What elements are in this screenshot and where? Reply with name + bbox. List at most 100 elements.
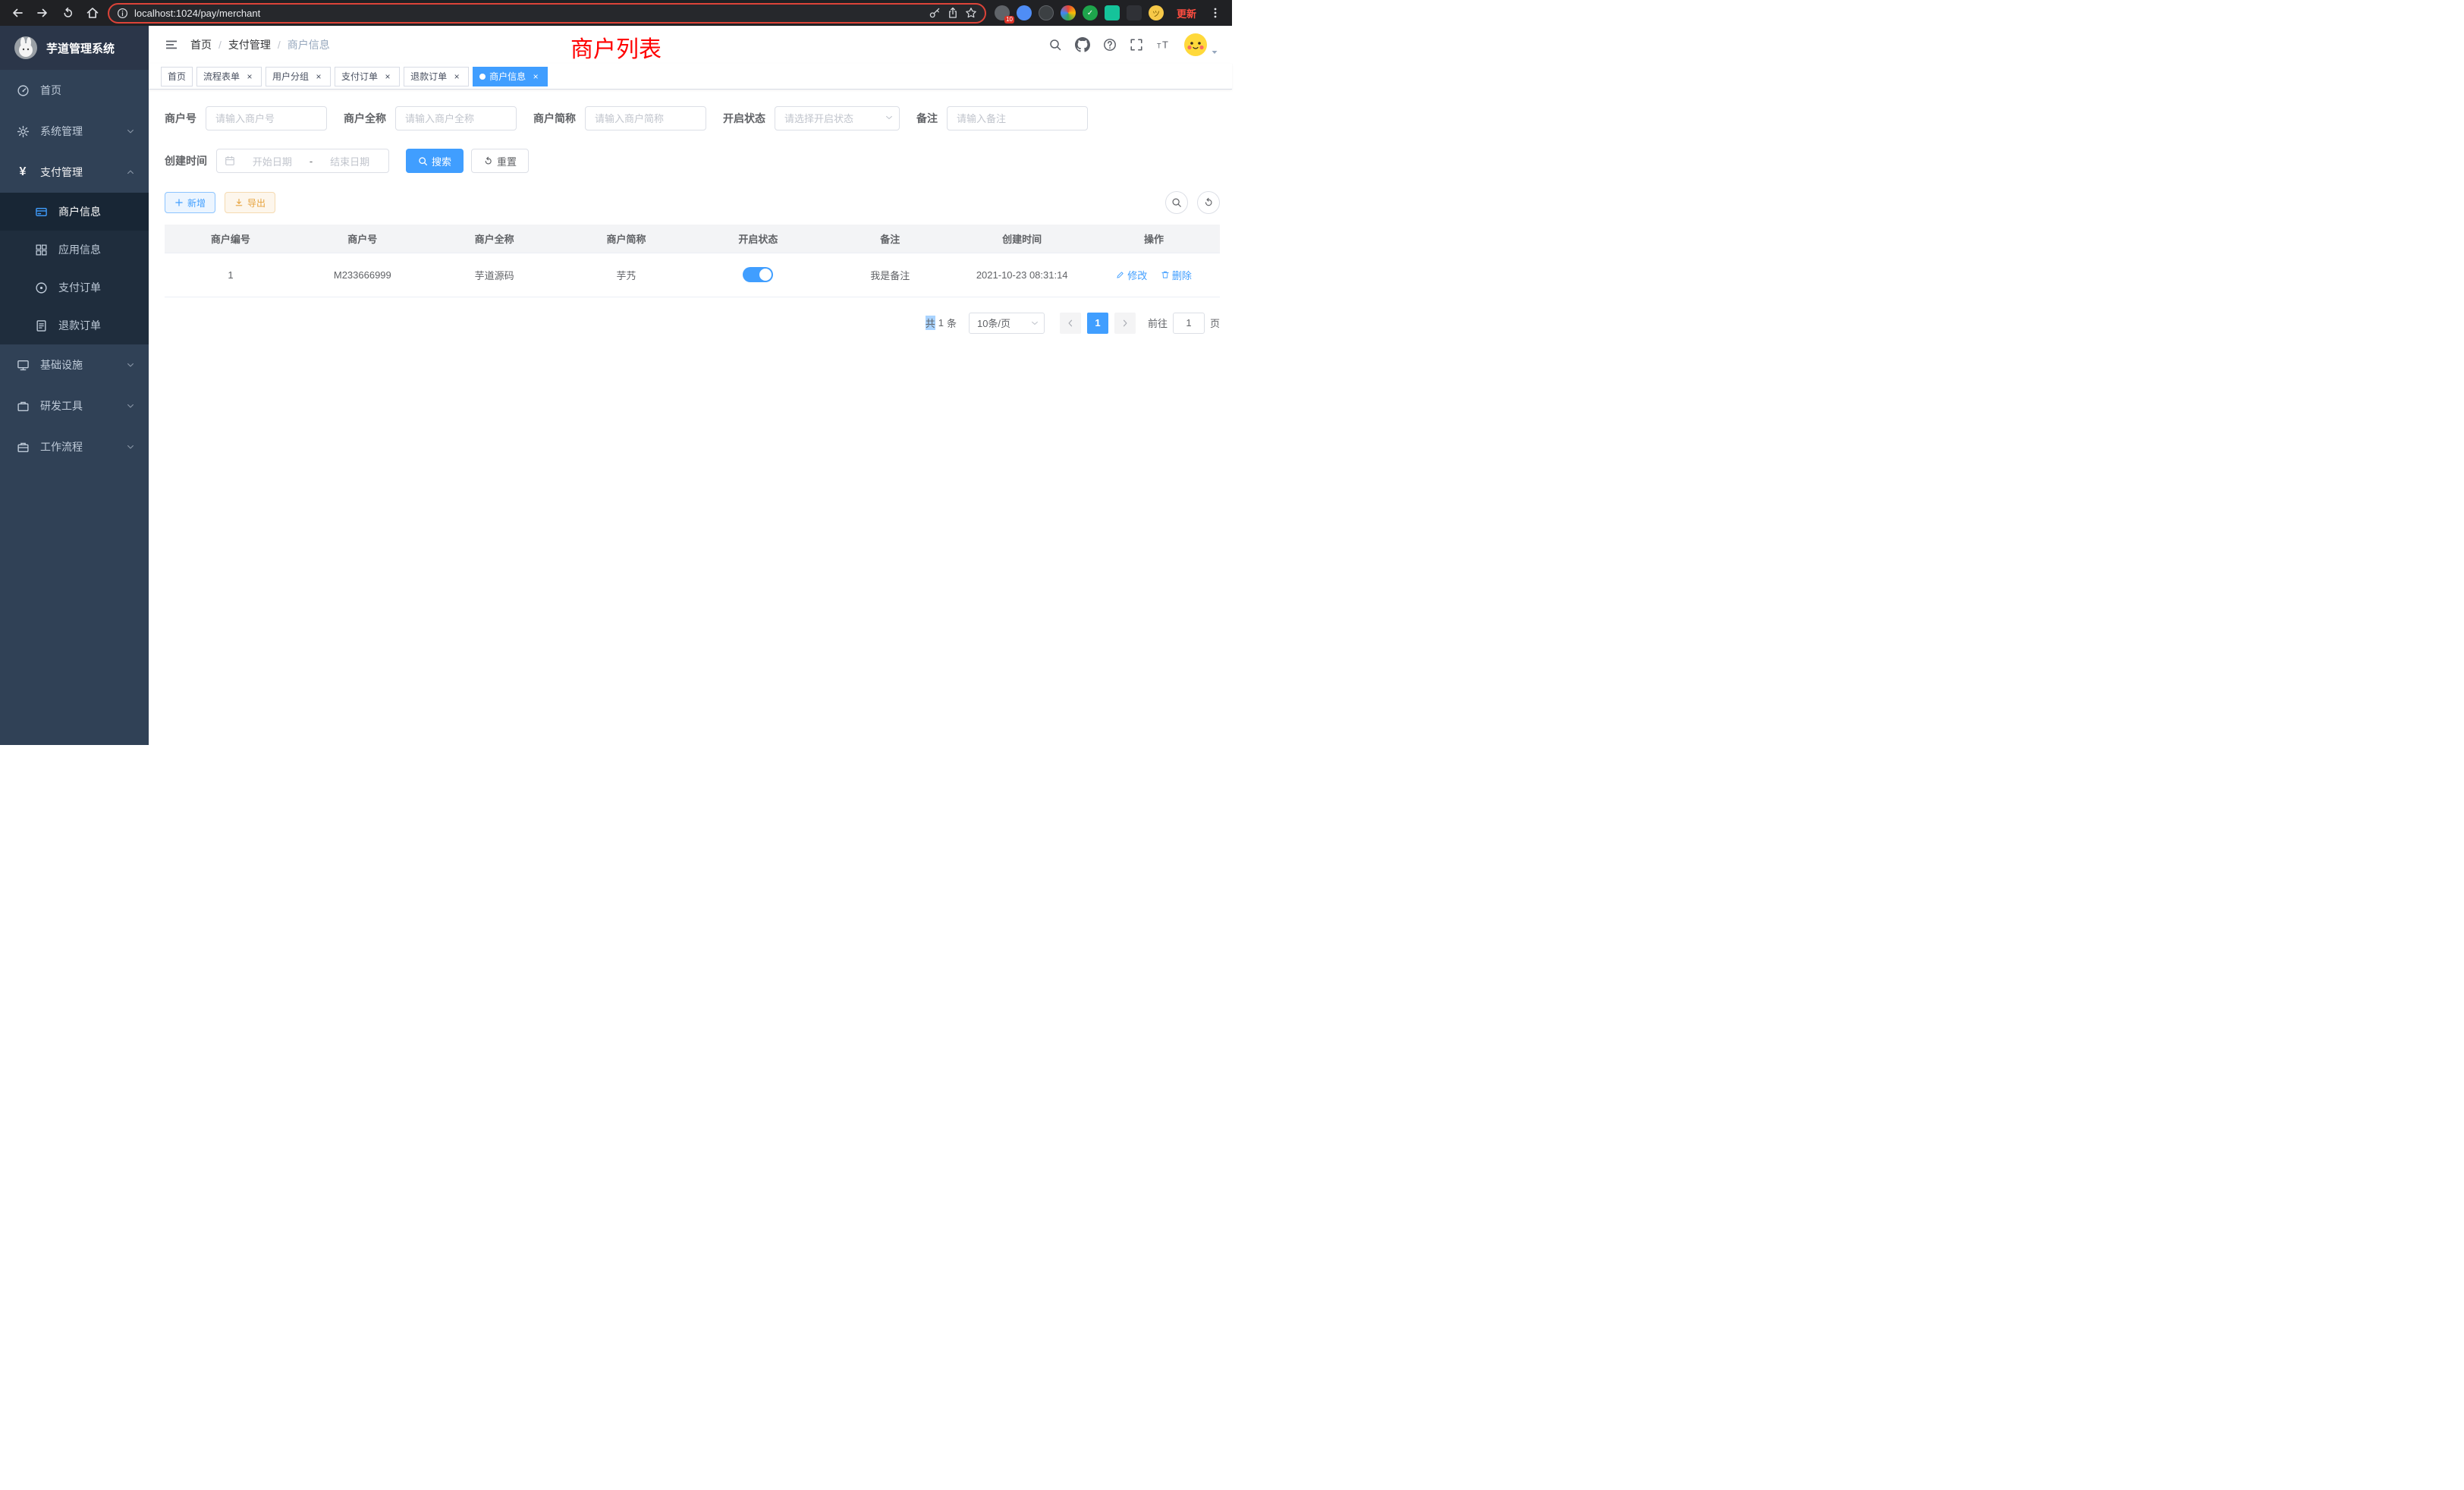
bookmark-star-icon[interactable] xyxy=(965,7,977,19)
extension-emoji-icon[interactable]: ツ xyxy=(1149,5,1164,20)
extension-blue-drop-icon[interactable] xyxy=(1017,5,1032,20)
tab-refund-order[interactable]: 退款订单 × xyxy=(404,67,469,86)
refresh-table-button[interactable] xyxy=(1197,191,1220,214)
filter-label: 创建时间 xyxy=(165,153,207,168)
sidebar-item-dev-tools[interactable]: 研发工具 xyxy=(0,385,149,426)
filter-label: 商户简称 xyxy=(533,111,576,126)
extension-pin-icon[interactable] xyxy=(1127,5,1142,20)
sidebar-submenu-pay: 商户信息 应用信息 支付订单 退款订单 xyxy=(0,193,149,344)
filter-label: 商户全称 xyxy=(344,111,386,126)
col-remark: 备注 xyxy=(824,225,956,253)
sidebar-item-label: 支付订单 xyxy=(58,280,101,295)
app-title: 芋道管理系统 xyxy=(46,40,115,56)
share-icon[interactable] xyxy=(947,7,959,19)
sidebar-item-refund-order[interactable]: 退款订单 xyxy=(0,306,149,344)
password-key-icon[interactable] xyxy=(929,7,941,19)
tab-close-icon[interactable]: × xyxy=(451,71,462,82)
status-select[interactable] xyxy=(775,106,900,130)
tab-merchant-info[interactable]: 商户信息 × xyxy=(473,67,548,86)
breadcrumb-separator: / xyxy=(218,39,222,51)
top-navbar: 首页 / 支付管理 / 商户信息 T xyxy=(149,26,1232,64)
tab-process-form[interactable]: 流程表单 × xyxy=(196,67,262,86)
browser-back-button[interactable] xyxy=(8,3,27,23)
filter-label: 备注 xyxy=(916,111,938,126)
hamburger-icon[interactable] xyxy=(149,38,190,52)
tab-user-group[interactable]: 用户分组 × xyxy=(266,67,331,86)
sidebar-item-merchant-info[interactable]: 商户信息 xyxy=(0,193,149,231)
extension-dark-circle-icon[interactable] xyxy=(1039,5,1054,20)
tab-close-icon[interactable]: × xyxy=(244,71,255,82)
breadcrumb-pay[interactable]: 支付管理 xyxy=(228,37,271,52)
sidebar-item-workflow[interactable]: 工作流程 xyxy=(0,426,149,467)
prev-page-button[interactable] xyxy=(1060,313,1081,334)
show-search-button[interactable] xyxy=(1165,191,1188,214)
sidebar-item-label: 首页 xyxy=(40,83,61,98)
tab-close-icon[interactable]: × xyxy=(382,71,393,82)
app-logo[interactable]: 芋道管理系统 xyxy=(0,26,149,70)
merchant-no-input[interactable] xyxy=(206,106,327,130)
cell-actions: 修改 删除 xyxy=(1088,253,1220,297)
status-toggle[interactable] xyxy=(743,267,773,282)
merchant-name-input[interactable] xyxy=(395,106,517,130)
tab-pay-order[interactable]: 支付订单 × xyxy=(335,67,400,86)
filter-label: 开启状态 xyxy=(723,111,765,126)
tab-label: 退款订单 xyxy=(410,70,447,83)
date-separator: - xyxy=(310,156,313,167)
page-size-select[interactable]: 10条/页 xyxy=(969,313,1045,334)
yen-icon: ¥ xyxy=(16,165,30,179)
chevron-down-icon xyxy=(126,442,135,451)
date-start-placeholder[interactable]: 开始日期 xyxy=(241,154,303,168)
goto-label: 前往 xyxy=(1148,316,1168,330)
tab-close-icon[interactable]: × xyxy=(530,71,541,82)
search-icon[interactable] xyxy=(1048,38,1062,52)
briefcase-icon xyxy=(16,441,30,454)
goto-page-input[interactable] xyxy=(1173,313,1205,334)
add-button[interactable]: 新增 xyxy=(165,192,215,213)
address-bar[interactable]: localhost:1024/pay/merchant xyxy=(108,3,986,24)
fullscreen-icon[interactable] xyxy=(1130,38,1143,52)
font-size-icon[interactable]: TT xyxy=(1156,38,1171,52)
col-merchant-id: 商户编号 xyxy=(165,225,297,253)
site-info-icon[interactable] xyxy=(117,8,128,19)
sidebar-item-system[interactable]: 系统管理 xyxy=(0,111,149,152)
status-select-input[interactable] xyxy=(775,106,900,130)
sidebar-item-infra[interactable]: 基础设施 xyxy=(0,344,149,385)
export-button[interactable]: 导出 xyxy=(225,192,275,213)
breadcrumb-home[interactable]: 首页 xyxy=(190,37,212,52)
search-button-label: 搜索 xyxy=(432,154,451,168)
sidebar-item-pay[interactable]: ¥ 支付管理 xyxy=(0,152,149,193)
url-text[interactable]: localhost:1024/pay/merchant xyxy=(134,8,922,19)
browser-menu-icon[interactable] xyxy=(1206,7,1224,19)
edit-link[interactable]: 修改 xyxy=(1116,268,1147,282)
page-size-label: 10条/页 xyxy=(977,316,1010,330)
next-page-button[interactable] xyxy=(1114,313,1136,334)
extension-green-check-icon[interactable]: ✓ xyxy=(1083,5,1098,20)
browser-update-button[interactable]: 更新 xyxy=(1172,6,1201,20)
sidebar-item-app-info[interactable]: 应用信息 xyxy=(0,231,149,269)
extension-multicolor-icon[interactable] xyxy=(1061,5,1076,20)
tab-home[interactable]: 首页 xyxy=(161,67,193,86)
browser-forward-button[interactable] xyxy=(33,3,52,23)
sidebar-item-label: 研发工具 xyxy=(40,398,83,413)
extension-adblock-icon[interactable]: 10 xyxy=(995,5,1010,20)
sidebar-item-pay-order[interactable]: 支付订单 xyxy=(0,269,149,306)
tab-close-icon[interactable]: × xyxy=(313,71,324,82)
github-icon[interactable] xyxy=(1075,37,1090,52)
merchant-short-input[interactable] xyxy=(585,106,706,130)
extension-green-square-icon[interactable] xyxy=(1105,5,1120,20)
remark-input[interactable] xyxy=(947,106,1088,130)
page-number-1[interactable]: 1 xyxy=(1087,313,1108,334)
search-icon xyxy=(418,156,428,166)
cell-remark: 我是备注 xyxy=(824,253,956,297)
sidebar-item-home[interactable]: 首页 xyxy=(0,70,149,111)
search-button[interactable]: 搜索 xyxy=(406,149,464,173)
reset-button[interactable]: 重置 xyxy=(471,149,529,173)
create-time-range-picker[interactable]: 开始日期 - 结束日期 xyxy=(216,149,389,173)
delete-link[interactable]: 删除 xyxy=(1161,268,1192,282)
breadcrumb-separator: / xyxy=(278,39,281,51)
user-avatar[interactable] xyxy=(1184,33,1218,56)
browser-home-button[interactable] xyxy=(83,3,102,23)
date-end-placeholder[interactable]: 结束日期 xyxy=(319,154,381,168)
help-icon[interactable] xyxy=(1103,38,1117,52)
browser-refresh-button[interactable] xyxy=(58,3,77,23)
